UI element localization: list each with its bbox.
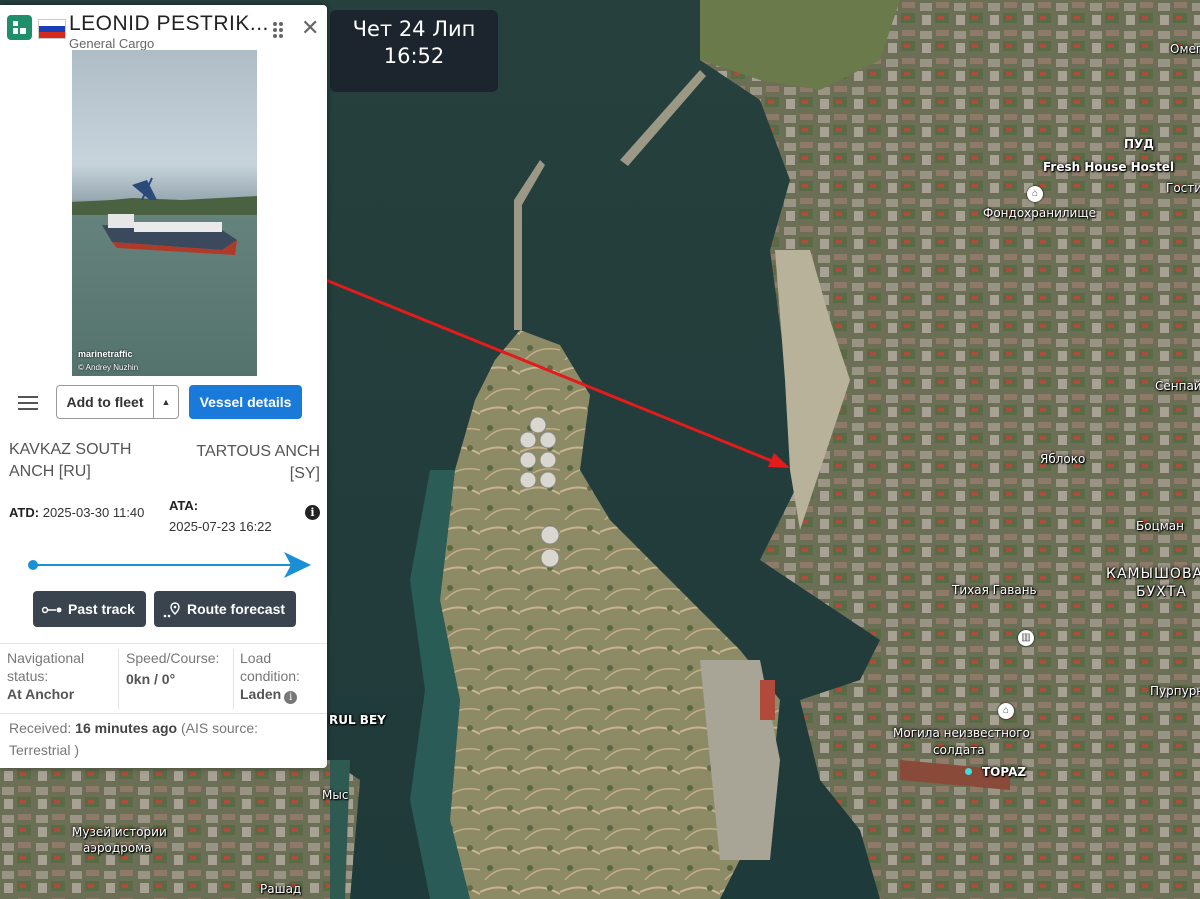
- route-forecast-icon: [163, 602, 180, 618]
- speed-course-value: 0kn / 0°: [126, 671, 176, 687]
- menu-icon[interactable]: [18, 396, 38, 414]
- map-label: КАМЫШОВА: [1106, 566, 1200, 582]
- map-label: Рашад: [260, 882, 302, 896]
- ata-row: ATA: 2025-07-23 16:22: [169, 495, 272, 537]
- add-to-fleet-button[interactable]: Add to fleet ▲: [56, 385, 179, 419]
- vessel-marker[interactable]: [965, 768, 972, 775]
- navigational-status: Navigational status: At Anchor: [7, 649, 117, 703]
- time-label: 16:52: [383, 44, 445, 68]
- map-label: солдата: [933, 743, 985, 757]
- russia-flag-icon: [38, 19, 66, 39]
- close-icon[interactable]: ✕: [301, 17, 319, 39]
- photo-credit: © Andrey Nuzhin: [78, 363, 139, 372]
- vessel-details-button[interactable]: Vessel details: [189, 385, 302, 419]
- map-label: Боцман: [1136, 519, 1184, 533]
- vessel-info-panel: LEONID PESTRIK... General Cargo ✕ marine…: [0, 5, 327, 768]
- received-label: Received:: [9, 720, 72, 736]
- load-condition-label: Load condition:: [240, 650, 300, 684]
- speed-course: Speed/Course: 0kn / 0°: [126, 649, 234, 691]
- map-label: Мыс: [322, 788, 349, 802]
- map-label: Fresh House Hostel: [1043, 160, 1175, 174]
- received-info: Received: 16 minutes ago (AIS source: Te…: [9, 717, 314, 761]
- map-label: аэродрома: [83, 841, 152, 855]
- nav-status-value: At Anchor: [7, 686, 75, 702]
- date-label: Чет 24 Лип: [352, 17, 476, 41]
- atd-label: ATD:: [9, 505, 40, 520]
- map-label: Тихая Гавань: [952, 583, 1037, 597]
- departure-port[interactable]: KAVKAZ SOUTH ANCH [RU]: [9, 439, 159, 483]
- speed-course-label: Speed/Course:: [126, 650, 220, 666]
- atd-value: 2025-03-30 11:40: [42, 505, 145, 520]
- map-label: ПУД: [1124, 137, 1154, 151]
- map-label: БУХТА: [1136, 584, 1187, 600]
- vessel-name: LEONID PESTRIK...: [69, 12, 269, 35]
- vessel-label-rul-bey[interactable]: RUL BEY: [329, 713, 386, 727]
- map-label: Яблоко: [1040, 452, 1086, 466]
- vessel-label-topaz[interactable]: TOPAZ: [982, 765, 1026, 779]
- map-label: Фондохранилище: [983, 206, 1097, 220]
- map-label: Омег: [1170, 42, 1200, 56]
- load-condition-value: Laden: [240, 686, 282, 702]
- monument-icon[interactable]: ⌂: [998, 703, 1014, 719]
- add-to-fleet-label[interactable]: Add to fleet: [57, 386, 153, 418]
- ata-label: ATA:: [169, 498, 199, 513]
- nav-status-label: Navigational status:: [7, 650, 85, 684]
- past-track-icon: [42, 607, 62, 614]
- vessel-type: General Cargo: [69, 36, 155, 51]
- map-label: Гости: [1166, 181, 1200, 195]
- drag-handle-icon[interactable]: [272, 21, 284, 39]
- map-label: Пурпурн: [1150, 684, 1200, 698]
- ata-value: 2025-07-23 16:22: [169, 519, 272, 534]
- past-track-label[interactable]: Past track: [68, 601, 135, 617]
- atd-row: ATD: 2025-03-30 11:40: [9, 505, 144, 520]
- route-forecast-button[interactable]: Route forecast: [154, 591, 296, 627]
- route-forecast-label[interactable]: Route forecast: [187, 601, 285, 617]
- info-icon[interactable]: i: [305, 505, 320, 520]
- info-icon[interactable]: i: [284, 691, 298, 704]
- photo-watermark: marinetraffic: [78, 349, 133, 359]
- received-value: 16 minutes ago: [75, 720, 178, 736]
- building-icon[interactable]: ▥: [1018, 630, 1034, 646]
- vessel-type-icon: [7, 15, 32, 40]
- map-label: Могила неизвестного: [893, 726, 1030, 740]
- arrival-port[interactable]: TARTOUS ANCH [SY]: [170, 441, 320, 485]
- load-condition: Load condition: Laden i: [240, 649, 320, 704]
- caret-up-icon[interactable]: ▲: [154, 386, 178, 418]
- map-label: Музей истории: [72, 825, 167, 839]
- map-label: Сенпай: [1155, 379, 1200, 393]
- voyage-progress-bar: [28, 552, 311, 578]
- vessel-photo[interactable]: marinetraffic © Andrey Nuzhin: [72, 50, 257, 376]
- date-time-overlay: Чет 24 Лип 16:52: [330, 10, 498, 92]
- past-track-button[interactable]: Past track: [33, 591, 146, 627]
- museum-icon[interactable]: ⌂: [1027, 186, 1043, 202]
